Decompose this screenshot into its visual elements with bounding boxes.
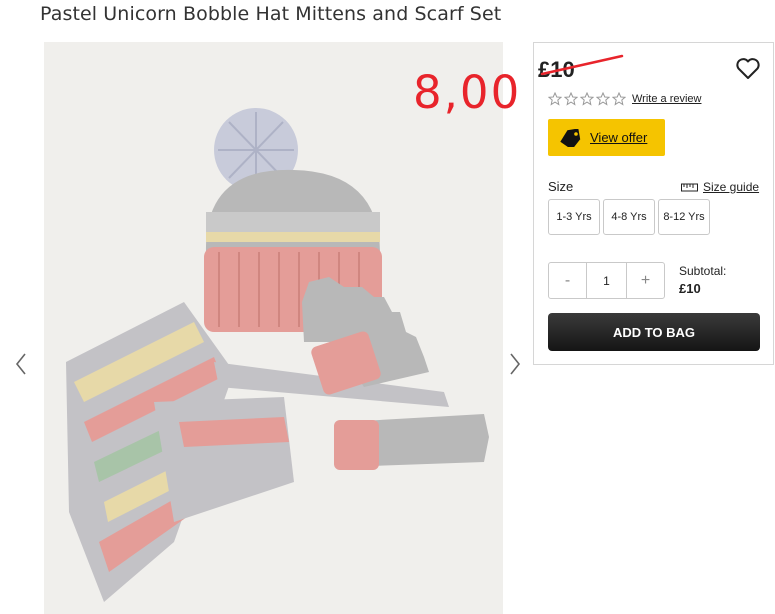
price-tag-icon	[560, 128, 581, 147]
size-option-1-3-yrs[interactable]: 1-3 Yrs	[548, 199, 600, 235]
star-icon	[548, 92, 562, 106]
size-guide-label: Size guide	[703, 180, 760, 194]
quantity-decrement-button[interactable]: -	[549, 263, 586, 298]
glove-bottom	[334, 414, 489, 470]
next-image-arrow-icon[interactable]	[506, 350, 524, 378]
product-title: Pastel Unicorn Bobble Hat Mittens and Sc…	[40, 3, 502, 25]
write-review-link[interactable]: Write a review	[632, 93, 701, 105]
size-label: Size	[548, 179, 574, 194]
subtotal-label: Subtotal:	[679, 264, 727, 278]
ruler-icon	[681, 183, 698, 192]
subtotal-value: £10	[679, 281, 701, 296]
product-photo	[44, 42, 503, 614]
size-option-8-12-yrs[interactable]: 8-12 Yrs	[658, 199, 710, 235]
size-guide-link[interactable]: Size guide	[681, 180, 759, 194]
add-to-bag-button[interactable]: ADD TO BAG	[548, 313, 760, 351]
size-options: 1-3 Yrs 4-8 Yrs 8-12 Yrs	[548, 199, 710, 235]
previous-image-arrow-icon[interactable]	[12, 350, 30, 378]
star-icon	[596, 92, 610, 106]
star-icon	[564, 92, 578, 106]
quantity-stepper: - +	[548, 262, 665, 299]
view-offer-button[interactable]: View offer	[548, 119, 665, 156]
rating-stars	[548, 92, 626, 106]
wishlist-heart-icon[interactable]	[735, 57, 761, 81]
star-icon	[580, 92, 594, 106]
quantity-input[interactable]	[586, 263, 627, 298]
view-offer-label: View offer	[590, 130, 648, 145]
product-image	[44, 42, 503, 614]
quantity-increment-button[interactable]: +	[627, 263, 664, 298]
size-option-4-8-yrs[interactable]: 4-8 Yrs	[603, 199, 655, 235]
star-icon	[612, 92, 626, 106]
new-price-annotation: 8,00	[413, 66, 522, 119]
strikethrough-annotation	[540, 54, 624, 76]
purchase-panel: £10 Write a review View offer Size Size …	[533, 42, 774, 365]
